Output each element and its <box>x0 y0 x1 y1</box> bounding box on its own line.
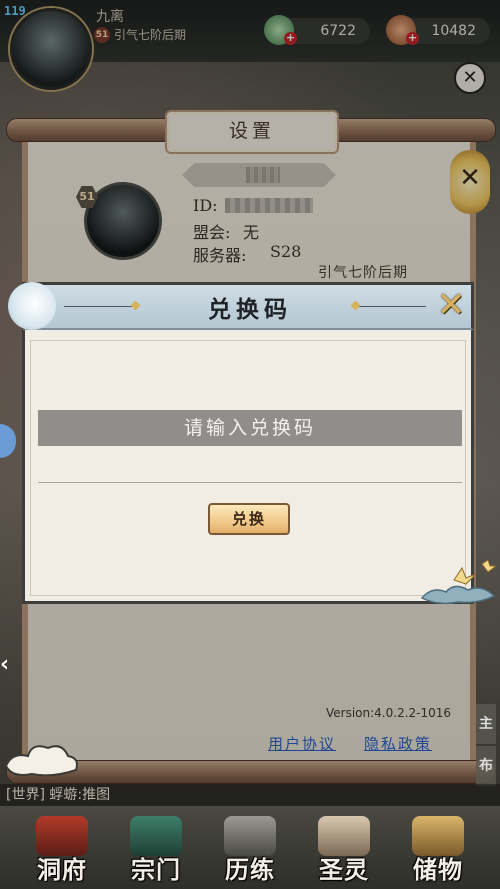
redeem-button[interactable]: 兑换 <box>208 503 290 535</box>
nav-item-lilian[interactable]: 历练 <box>204 816 296 888</box>
nav-label: 历练 <box>225 855 275 884</box>
chat-bar[interactable]: [世界] 蜉蝣:推图 <box>0 784 500 806</box>
input-separator <box>38 482 462 483</box>
nav-label: 宗门 <box>131 855 181 884</box>
side-button-a[interactable]: 主 <box>476 704 496 744</box>
nav-item-shengling[interactable]: 圣灵 <box>298 816 390 888</box>
nav-item-chuwu[interactable]: 储物 <box>392 816 484 888</box>
chevron-left-icon[interactable]: ‹ <box>0 648 14 682</box>
redeem-code-input[interactable] <box>38 410 462 446</box>
bottom-nav: 洞府 宗门 历练 圣灵 储物 <box>0 806 500 889</box>
cloud-decoration <box>4 745 78 777</box>
nav-label: 洞府 <box>37 855 87 884</box>
header-line-left <box>64 306 134 307</box>
nav-item-zongmen[interactable]: 宗门 <box>110 816 202 888</box>
nav-label: 储物 <box>413 855 463 884</box>
header-line-right <box>358 306 426 307</box>
nav-label: 圣灵 <box>319 855 369 884</box>
chat-message: 蜉蝣:推图 <box>49 787 111 803</box>
butterfly-cloud-decoration <box>420 560 498 605</box>
side-button-b[interactable]: 布 <box>476 746 496 786</box>
cross-icon[interactable]: ✕ <box>432 288 470 322</box>
nav-item-dongfu[interactable]: 洞府 <box>16 816 108 888</box>
redeem-inner-frame <box>30 340 466 596</box>
redeem-dialog-title: 兑换码 <box>208 296 292 323</box>
moon-decoration <box>8 282 56 330</box>
chat-channel-tag: [世界] <box>6 787 45 803</box>
